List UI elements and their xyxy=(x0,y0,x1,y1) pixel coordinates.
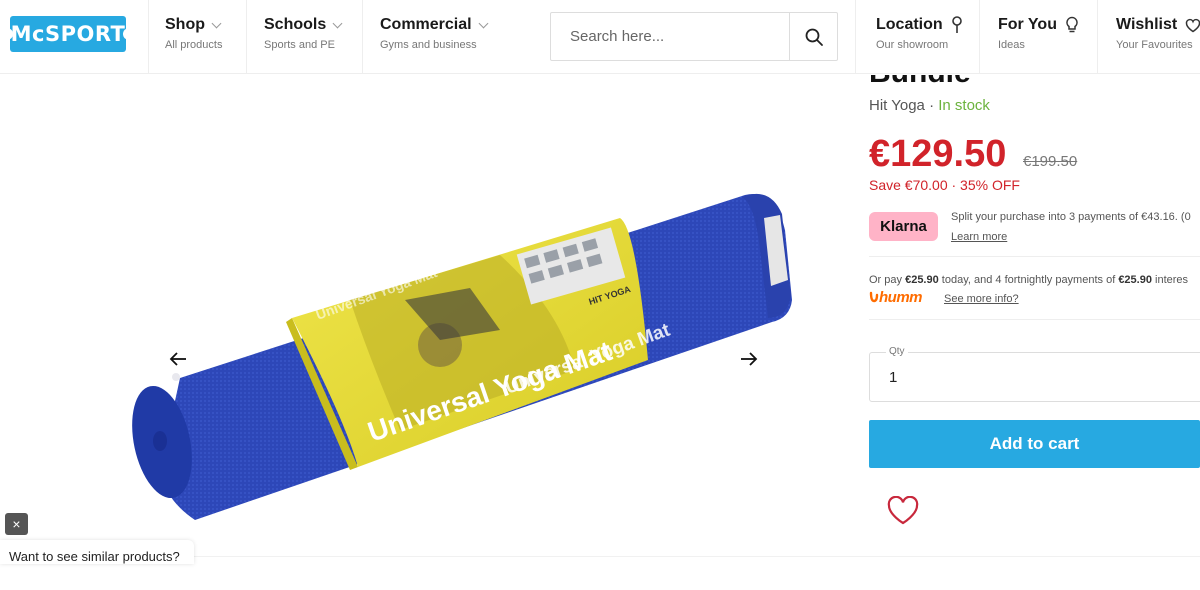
humm-mid: today, and 4 fortnightly payments of xyxy=(938,274,1119,286)
nav-wishlist-label: Wishlist xyxy=(1116,16,1178,33)
search-bar xyxy=(550,12,838,61)
prev-image-button[interactable] xyxy=(166,347,190,371)
humm-fortnight-amount: €25.90 xyxy=(1118,274,1152,286)
add-to-cart-button[interactable]: Add to cart xyxy=(869,420,1200,468)
divider xyxy=(362,0,363,74)
product-image: HIT YOGA Universal Yoga Mat Universal Yo… xyxy=(132,193,792,520)
humm-today-amount: €25.90 xyxy=(905,274,939,286)
pin-icon xyxy=(951,16,962,33)
humm-more-info-link[interactable]: See more info? xyxy=(944,293,1019,305)
separator: · xyxy=(929,97,935,114)
search-icon xyxy=(805,28,823,46)
chevron-down-icon xyxy=(211,18,222,28)
quantity-label: Qty xyxy=(886,346,908,357)
nav-for-you[interactable]: For You Ideas xyxy=(998,16,1079,51)
klarna-learn-more-link[interactable]: Learn more xyxy=(951,231,1007,243)
chevron-down-icon xyxy=(332,18,343,28)
humm-suffix: interes xyxy=(1151,274,1189,286)
nav-shop-label: Shop xyxy=(165,16,205,33)
mcsport-logo[interactable]: McSPORT xyxy=(7,16,129,52)
add-to-cart-label: Add to cart xyxy=(989,434,1080,453)
quantity-value[interactable]: 1 xyxy=(889,369,897,386)
klarna-badge-text: Klarna xyxy=(880,218,927,235)
arrow-right-icon xyxy=(741,352,758,366)
quantity-field[interactable] xyxy=(869,352,1200,402)
humm-prefix: Or pay xyxy=(869,274,906,286)
next-image-button[interactable] xyxy=(737,347,761,371)
nav-schools-label: Schools xyxy=(264,16,327,33)
close-similar-button[interactable]: × xyxy=(5,513,28,535)
savings-text: Save €70.00 · 35% OFF xyxy=(869,177,1020,193)
divider xyxy=(869,256,1200,257)
lightbulb-icon xyxy=(1066,16,1078,33)
humm-logo-text: humm xyxy=(879,289,923,306)
klarna-logo: Klarna xyxy=(869,212,938,241)
brand-name[interactable]: Hit Yoga xyxy=(869,97,925,114)
similar-products-prompt[interactable]: Want to see similar products? xyxy=(0,540,194,564)
divider xyxy=(869,319,1200,320)
nav-commercial-label: Commercial xyxy=(380,16,472,33)
divider xyxy=(979,0,980,74)
klarna-text: Split your purchase into 3 payments of €… xyxy=(951,211,1191,223)
divider xyxy=(246,0,247,74)
divider xyxy=(855,0,856,74)
nav-location[interactable]: Location Our showroom xyxy=(876,16,963,51)
heart-icon xyxy=(887,495,919,525)
nav-for-you-label: For You xyxy=(998,16,1057,33)
site-header: McSPORT Shop All products Schools Sports… xyxy=(0,0,1200,74)
was-price: €199.50 xyxy=(1023,153,1078,170)
nav-wishlist[interactable]: Wishlist Your Favourites xyxy=(1116,16,1200,51)
humm-logo: humm xyxy=(869,289,923,306)
nav-commercial-sub: Gyms and business xyxy=(380,39,477,51)
nav-shop[interactable]: Shop All products xyxy=(165,16,222,51)
close-icon: × xyxy=(12,516,21,532)
similar-products-text: Want to see similar products? xyxy=(9,549,180,564)
nav-commercial[interactable]: Commercial Gyms and business xyxy=(380,16,489,51)
arrow-left-icon xyxy=(169,352,186,366)
nav-wishlist-sub: Your Favourites xyxy=(1116,39,1193,51)
search-button[interactable] xyxy=(789,13,837,60)
nav-for-you-sub: Ideas xyxy=(998,39,1025,51)
humm-text: Or pay €25.90 today, and 4 fortnightly p… xyxy=(869,274,1200,286)
brand-stock-line: Hit Yoga · In stock xyxy=(869,97,990,114)
divider xyxy=(1097,0,1098,74)
product-gallery: HIT YOGA Universal Yoga Mat Universal Yo… xyxy=(0,75,830,555)
nav-location-label: Location xyxy=(876,16,943,33)
nav-schools[interactable]: Schools Sports and PE xyxy=(264,16,343,51)
logo-text: McSPORT xyxy=(10,22,126,46)
add-to-wishlist-button[interactable] xyxy=(886,495,920,526)
current-price: €129.50 xyxy=(869,133,1007,175)
search-input[interactable] xyxy=(551,13,789,60)
heart-icon xyxy=(1185,18,1200,32)
divider xyxy=(148,0,149,74)
stock-status: In stock xyxy=(938,97,990,114)
nav-schools-sub: Sports and PE xyxy=(264,39,335,51)
humm-swoosh-icon xyxy=(869,291,879,303)
chevron-down-icon xyxy=(478,18,489,28)
nav-location-sub: Our showroom xyxy=(876,39,949,51)
nav-shop-sub: All products xyxy=(165,39,223,51)
